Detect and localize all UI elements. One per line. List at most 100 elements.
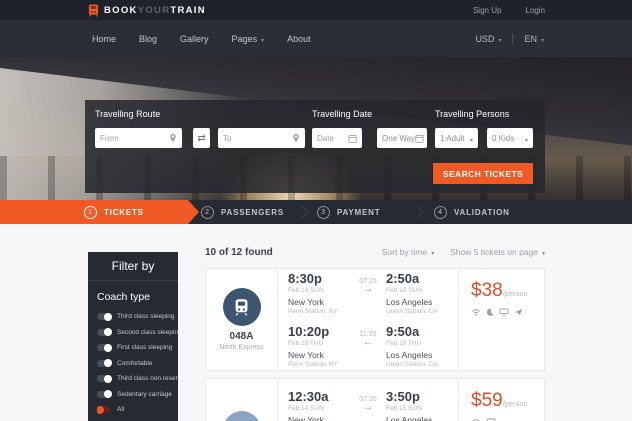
wifi-icon xyxy=(471,308,481,316)
filter-option-third-sleeping[interactable]: Third class sleeping xyxy=(97,309,178,325)
coach-type-heading: Coach type xyxy=(97,291,151,303)
arrival: 9:50a Feb 18 THU Los Angeles Union Stati… xyxy=(386,324,448,368)
departure-city: New York xyxy=(288,350,324,360)
nav-item-home[interactable]: Home xyxy=(92,34,116,44)
results-count: 10 of 12 found xyxy=(205,246,273,258)
login-link[interactable]: Login xyxy=(525,6,545,15)
departure: 12:30a Feb 14 SUN New York Penn Station,… xyxy=(288,389,350,421)
departure: 10:20p Feb 18 THU New York Penn Station,… xyxy=(288,324,350,368)
chevron-down-icon xyxy=(542,247,545,257)
toggle-switch[interactable] xyxy=(97,390,112,399)
sort-by-select[interactable]: Sort by time xyxy=(382,247,434,257)
direction-arrow-icon: ← xyxy=(363,337,373,348)
chevron-down-icon xyxy=(261,34,264,44)
toggle-switch[interactable] xyxy=(97,328,112,337)
to-input[interactable] xyxy=(223,133,292,143)
price-value: $59 xyxy=(471,390,503,411)
results-area: 10 of 12 found Sort by time Show 5 ticke… xyxy=(205,246,545,421)
trip-type-select[interactable]: One Way xyxy=(377,128,427,148)
step-passengers[interactable]: 2 PASSENGERS xyxy=(201,200,284,224)
date-label: Travelling Date xyxy=(312,109,373,119)
step-number: 1 xyxy=(84,205,97,219)
currency-value: USD xyxy=(475,33,495,44)
step-label: PAYMENT xyxy=(337,207,381,217)
toggle-switch[interactable] xyxy=(97,343,112,352)
toggle-switch[interactable] xyxy=(97,359,112,368)
date-input[interactable] xyxy=(317,133,348,143)
arrival-city: Los Angeles xyxy=(386,350,433,360)
nav-item-pages[interactable]: Pages xyxy=(232,34,265,44)
filter-option-label: All xyxy=(117,406,125,414)
step-number: 3 xyxy=(317,205,330,219)
arrival-date: Feb 15 SUN xyxy=(386,405,422,412)
filter-option-comfortable[interactable]: Comfortable xyxy=(97,356,178,372)
step-tickets[interactable]: 1 TICKETS xyxy=(84,200,144,224)
adults-select[interactable]: 1 Adult xyxy=(435,128,478,148)
filter-option-label: First class sleeping xyxy=(117,344,173,352)
from-input[interactable] xyxy=(100,133,169,143)
currency-select[interactable]: USD xyxy=(475,34,501,44)
nav-item-about[interactable]: About xyxy=(287,34,311,44)
nav-item-pages-label: Pages xyxy=(231,33,258,44)
tv-icon xyxy=(499,308,509,316)
toggle-switch[interactable] xyxy=(97,312,112,321)
nav-item-blog[interactable]: Blog xyxy=(139,34,157,44)
departure-time: 12:30a xyxy=(288,389,329,404)
chevron-down-icon xyxy=(525,129,528,147)
duration: 11:20 ← xyxy=(350,324,386,368)
ticket-card[interactable]: 048A North Express 8:30p Feb 14 SUN New … xyxy=(205,268,545,371)
departure-station: Penn Station, NY xyxy=(288,308,338,315)
to-field[interactable] xyxy=(218,128,305,148)
logo[interactable]: BOOKYOURTRAIN xyxy=(88,4,206,17)
step-validation[interactable]: 4 VALIDATION xyxy=(434,200,510,224)
arrival-station: Union Station, CA xyxy=(386,361,438,368)
adults-value: 1 Adult xyxy=(440,133,465,143)
from-field[interactable] xyxy=(95,128,182,148)
toggle-switch[interactable] xyxy=(97,405,111,414)
arrival-date: Feb 15 SUN xyxy=(386,287,422,294)
direction-arrow-icon: → xyxy=(363,284,373,295)
show-per-page-label: Show 5 tickets on page xyxy=(450,247,538,257)
plane-icon xyxy=(514,308,523,316)
language-select[interactable]: EN xyxy=(524,34,544,44)
step-payment[interactable]: 3 PAYMENT xyxy=(317,200,380,224)
filter-option-second-sleeping[interactable]: Second class sleeping xyxy=(97,325,178,341)
filter-option-label: Third class non reserved xyxy=(117,375,178,383)
filter-sidebar: Filter by Coach type Third class sleepin… xyxy=(88,252,178,421)
date-field[interactable] xyxy=(312,128,362,148)
kids-select[interactable]: 0 Kids xyxy=(487,128,533,148)
progress-steps-bar: 1 TICKETS 2 PASSENGERS 3 PAYMENT 4 VALIDATIO… xyxy=(0,200,632,224)
filter-option-label: Comfortable xyxy=(117,359,153,367)
filter-option-non-reserved[interactable]: Third class non reserved xyxy=(97,371,178,387)
sort-by-label: Sort by time xyxy=(381,247,428,257)
filter-option-label: Second class sleeping xyxy=(117,328,178,336)
chevron-right-icon xyxy=(297,206,309,218)
search-panel: Travelling Route Travelling Date Travell… xyxy=(85,100,545,193)
show-per-page-select[interactable]: Show 5 tickets on page xyxy=(450,247,545,257)
direction-arrow-icon: → xyxy=(363,402,373,413)
divider xyxy=(512,33,514,44)
filter-option-all[interactable]: All xyxy=(97,402,178,418)
kids-value: 0 Kids xyxy=(492,133,515,143)
trip-type-value: One Way xyxy=(382,133,416,143)
filter-option-first-sleeping[interactable]: First class sleeping xyxy=(97,340,178,356)
arrival: 2:50a Feb 15 SUN Los Angeles Union Stati… xyxy=(386,271,448,315)
topbar: BOOKYOURTRAIN Sign Up Login xyxy=(0,0,632,20)
swap-route-button[interactable] xyxy=(193,128,210,148)
departure: 8:30p Feb 14 SUN New York Penn Station, … xyxy=(288,271,350,315)
hero-image: Travelling Route Travelling Date Travell… xyxy=(0,57,632,200)
departure-station: Penn Station, NY xyxy=(288,361,338,368)
search-tickets-button[interactable]: SEARCH TICKETS xyxy=(433,163,533,184)
filter-option-sedentary[interactable]: Sedentary carriage xyxy=(97,387,178,403)
arrival-time: 3:50p xyxy=(386,389,420,404)
route-label: Travelling Route xyxy=(95,109,161,119)
toggle-switch[interactable] xyxy=(97,374,112,383)
ticket-card[interactable]: 12:30a Feb 14 SUN New York Penn Station,… xyxy=(205,378,545,421)
departure-date: Feb 14 SUN xyxy=(288,405,324,412)
chevron-down-icon xyxy=(498,34,501,44)
duration: 07:25 → xyxy=(350,389,386,421)
nav-item-gallery[interactable]: Gallery xyxy=(180,34,209,44)
departure-date: Feb 18 THU xyxy=(288,340,324,347)
train-cell xyxy=(206,379,278,421)
signup-link[interactable]: Sign Up xyxy=(473,6,501,15)
